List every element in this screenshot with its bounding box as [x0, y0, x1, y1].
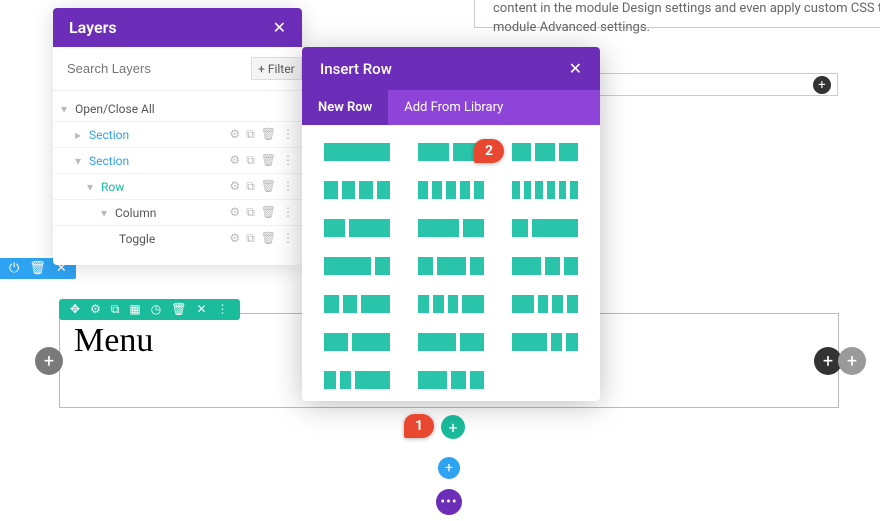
- trash-icon[interactable]: 🗑: [261, 205, 276, 220]
- layer-section-2[interactable]: ▾ Section ⚙ ⧉ 🗑 ⋮: [53, 148, 302, 174]
- tab-add-from-library[interactable]: Add From Library: [388, 90, 519, 125]
- layer-label: Section: [89, 154, 229, 168]
- trash-icon[interactable]: 🗑: [166, 302, 191, 317]
- layout-2-1-narrow[interactable]: [512, 333, 578, 351]
- caret-down-icon: ▾: [61, 102, 71, 116]
- open-close-label: Open/Close All: [75, 102, 294, 116]
- caret-down-icon: ▾: [101, 206, 111, 220]
- gear-icon[interactable]: ⚙: [85, 302, 106, 317]
- layout-5-3[interactable]: [418, 333, 484, 351]
- more-icon[interactable]: ⋮: [282, 205, 294, 220]
- duplicate-icon[interactable]: ⧉: [246, 231, 255, 246]
- gear-icon[interactable]: ⚙: [229, 127, 240, 142]
- trash-icon[interactable]: 🗑: [261, 179, 276, 194]
- duplicate-icon[interactable]: ⧉: [246, 179, 255, 194]
- layout-1-1-3[interactable]: [324, 371, 390, 389]
- layout-2-1[interactable]: [418, 219, 484, 237]
- more-icon[interactable]: ⋮: [282, 179, 294, 194]
- layer-row[interactable]: ▾ Row ⚙ ⧉ 🗑 ⋮: [53, 174, 302, 200]
- add-module-button[interactable]: +: [813, 76, 831, 94]
- layout-1-4[interactable]: [418, 295, 484, 313]
- trash-icon[interactable]: 🗑: [261, 153, 276, 168]
- caret-down-icon: ▾: [87, 180, 97, 194]
- insert-row-tabs: New Row Add From Library: [302, 90, 600, 125]
- section-toolbar: ✥ ⚙ ⧉ ▦ ◷ 🗑 ✕ ⋮: [59, 299, 240, 320]
- layout-blank: [512, 371, 578, 389]
- gear-icon[interactable]: ⚙: [229, 153, 240, 168]
- add-row-button[interactable]: +: [441, 415, 465, 439]
- duplicate-icon[interactable]: ⧉: [246, 153, 255, 168]
- layout-1-2[interactable]: [324, 219, 390, 237]
- layers-search-bar: +Filter: [53, 47, 302, 91]
- more-icon[interactable]: ⋮: [282, 231, 294, 246]
- filter-label: Filter: [268, 62, 295, 76]
- more-icon[interactable]: ⋮: [282, 127, 294, 142]
- gear-icon[interactable]: ⚙: [229, 205, 240, 220]
- layout-5col[interactable]: [418, 181, 484, 199]
- duplicate-icon[interactable]: ⧉: [246, 127, 255, 142]
- page-settings-button[interactable]: •••: [436, 489, 462, 515]
- close-icon[interactable]: ✕: [273, 18, 286, 37]
- annotation-1: 1: [404, 414, 434, 438]
- caret-down-icon: ▾: [75, 154, 85, 168]
- layout-3-2-narrow[interactable]: [418, 371, 484, 389]
- trash-icon[interactable]: 🗑: [24, 261, 51, 276]
- close-icon[interactable]: ✕: [191, 302, 211, 317]
- layout-4col[interactable]: [324, 181, 390, 199]
- insert-row-panel: Insert Row ✕ New Row Add From Library: [302, 47, 600, 401]
- layers-header: Layers ✕: [53, 8, 302, 47]
- caret-right-icon: ▸: [75, 128, 85, 142]
- add-section-button[interactable]: +: [438, 457, 460, 479]
- layer-section-1[interactable]: ▸ Section ⚙ ⧉ 🗑 ⋮: [53, 122, 302, 148]
- layer-toggle[interactable]: Toggle ⚙ ⧉ 🗑 ⋮: [53, 226, 302, 251]
- search-input[interactable]: [63, 57, 247, 80]
- filter-plus-icon: +: [258, 62, 265, 76]
- more-icon[interactable]: ⋮: [212, 302, 234, 317]
- more-icon[interactable]: ⋮: [282, 153, 294, 168]
- layer-label: Toggle: [119, 232, 229, 246]
- layout-1-2-1[interactable]: [418, 257, 484, 275]
- gear-icon[interactable]: ⚙: [229, 231, 240, 246]
- layout-1-3[interactable]: [512, 219, 578, 237]
- row-layout-grid: [302, 125, 600, 401]
- layers-tree: ▾ Open/Close All ▸ Section ⚙ ⧉ 🗑 ⋮ ▾ Sectio…: [53, 91, 302, 265]
- layout-1-1-2[interactable]: [324, 295, 390, 313]
- trash-icon[interactable]: 🗑: [261, 127, 276, 142]
- close-icon[interactable]: ✕: [569, 59, 582, 78]
- filter-button[interactable]: +Filter: [251, 57, 302, 80]
- layout-3-5[interactable]: [324, 333, 390, 351]
- layers-title: Layers: [69, 18, 117, 37]
- columns-icon[interactable]: ▦: [124, 302, 145, 317]
- layer-column[interactable]: ▾ Column ⚙ ⧉ 🗑 ⋮: [53, 200, 302, 226]
- layout-3-1[interactable]: [324, 257, 390, 275]
- clock-icon[interactable]: ◷: [146, 302, 166, 317]
- layout-1col[interactable]: [324, 143, 390, 161]
- layer-label: Section: [89, 128, 229, 142]
- add-section-right-button[interactable]: +: [838, 347, 866, 375]
- layers-panel: Layers ✕ +Filter ▾ Open/Close All ▸ Sect…: [53, 8, 302, 265]
- tab-new-row[interactable]: New Row: [302, 90, 388, 125]
- insert-row-header: Insert Row ✕: [302, 47, 600, 90]
- open-close-all[interactable]: ▾ Open/Close All: [53, 97, 302, 122]
- duplicate-icon[interactable]: ⧉: [106, 302, 125, 317]
- layer-label: Column: [115, 206, 229, 220]
- module-description: content in the module Design settings an…: [474, 0, 880, 28]
- insert-row-title: Insert Row: [320, 60, 392, 78]
- layout-6col[interactable]: [512, 181, 578, 199]
- layout-3col[interactable]: [512, 143, 578, 161]
- gear-icon[interactable]: ⚙: [229, 179, 240, 194]
- add-section-left-button[interactable]: +: [35, 347, 63, 375]
- annotation-2: 2: [474, 139, 504, 163]
- move-icon[interactable]: ✥: [65, 302, 85, 317]
- layer-label: Row: [101, 180, 229, 194]
- layout-2-1-1[interactable]: [512, 257, 578, 275]
- layout-4-1[interactable]: [512, 295, 578, 313]
- trash-icon[interactable]: 🗑: [261, 231, 276, 246]
- duplicate-icon[interactable]: ⧉: [246, 205, 255, 220]
- power-icon[interactable]: ⏻: [4, 261, 24, 276]
